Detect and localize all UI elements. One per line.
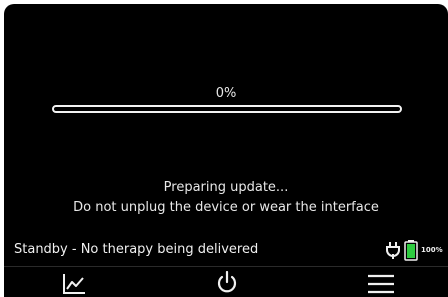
update-status-message: Preparing update... [163,180,289,195]
progress-percent-label: 0% [215,86,237,101]
power-icon [217,271,237,293]
update-warning-message: Do not unplug the device or wear the int… [73,200,379,215]
nav-menu-button[interactable] [324,267,434,297]
update-progress-bar [52,105,402,113]
plug-icon [386,242,400,259]
chart-icon [63,274,85,294]
therapy-status-text: Standby - No therapy being delivered [14,242,259,257]
menu-icon [368,274,394,294]
battery-percent-label: 100% [421,246,443,254]
battery-icon [404,240,418,261]
nav-reports-button[interactable] [14,267,124,297]
nav-power-button[interactable] [171,267,281,297]
device-screen: 0% Preparing update... Do not unplug the… [4,4,448,297]
